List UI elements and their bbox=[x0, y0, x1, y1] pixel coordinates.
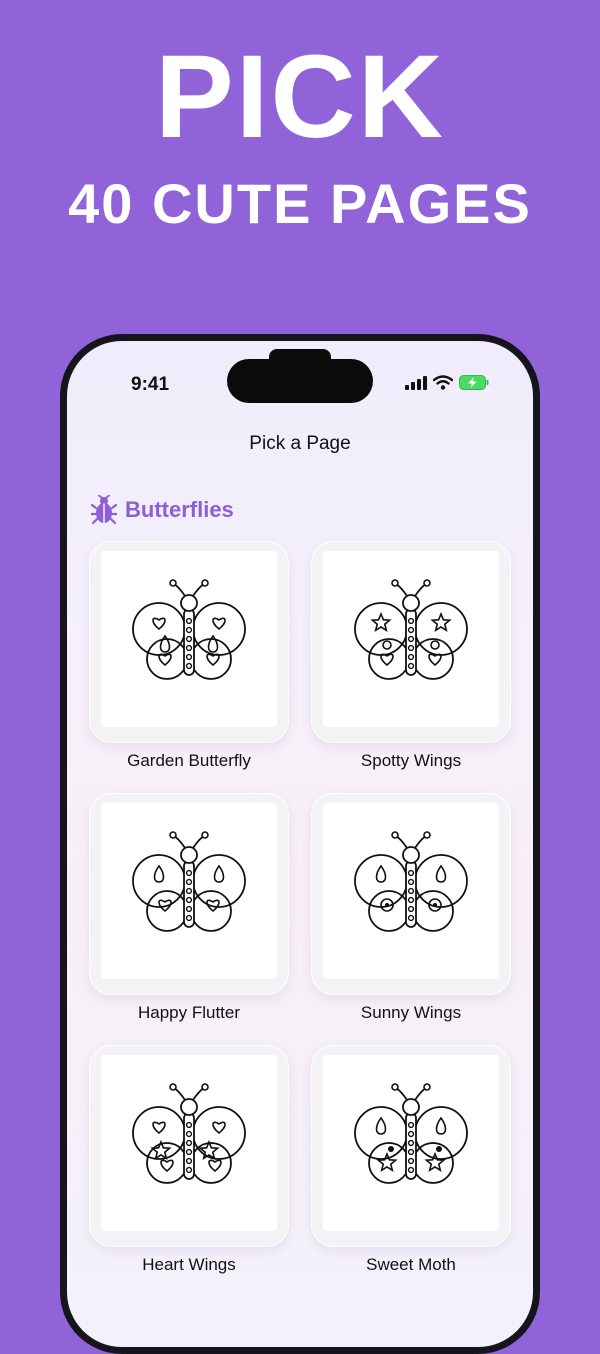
section-header: Butterflies bbox=[91, 495, 234, 525]
page-card[interactable] bbox=[89, 541, 289, 743]
phone-frame: 9:41 Pick a Page Butterflies Garden Butt… bbox=[60, 334, 540, 1354]
butterfly-illustration bbox=[354, 1083, 468, 1184]
page-thumbnail bbox=[323, 803, 499, 979]
page-title[interactable]: Happy Flutter bbox=[79, 1003, 299, 1023]
page-title[interactable]: Sunny Wings bbox=[301, 1003, 521, 1023]
dynamic-island bbox=[227, 359, 373, 403]
butterfly-illustration bbox=[354, 831, 468, 932]
page-card[interactable] bbox=[89, 793, 289, 995]
nav-title: Pick a Page bbox=[249, 433, 351, 454]
battery-icon bbox=[459, 375, 489, 390]
page-thumbnail bbox=[323, 1055, 499, 1231]
page-thumbnail bbox=[101, 551, 277, 727]
butterfly-illustration bbox=[132, 579, 246, 680]
page-thumbnail bbox=[101, 803, 277, 979]
page-card[interactable] bbox=[311, 1045, 511, 1247]
wifi-icon bbox=[433, 375, 453, 390]
page-title[interactable]: Spotty Wings bbox=[301, 751, 521, 771]
page-card[interactable] bbox=[311, 541, 511, 743]
bug-icon bbox=[91, 495, 117, 525]
page-thumbnail bbox=[101, 1055, 277, 1231]
status-time: 9:41 bbox=[131, 374, 170, 395]
butterfly-illustration bbox=[132, 831, 246, 932]
page-title[interactable]: Garden Butterfly bbox=[79, 751, 299, 771]
page-title[interactable]: Heart Wings bbox=[79, 1255, 299, 1275]
page-card[interactable] bbox=[311, 793, 511, 995]
butterfly-illustration bbox=[132, 1083, 246, 1184]
page-card[interactable] bbox=[89, 1045, 289, 1247]
headline-subtitle: 40 CUTE PAGES bbox=[68, 172, 532, 235]
section-title: Butterflies bbox=[125, 497, 234, 522]
status-icons bbox=[405, 375, 489, 390]
headline-pick: PICK bbox=[155, 31, 445, 163]
signal-icon bbox=[405, 375, 427, 390]
butterfly-illustration bbox=[354, 579, 468, 680]
page-thumbnail bbox=[323, 551, 499, 727]
page-title[interactable]: Sweet Moth bbox=[301, 1255, 521, 1275]
phone-screen: 9:41 Pick a Page Butterflies Garden Butt… bbox=[67, 341, 533, 1347]
